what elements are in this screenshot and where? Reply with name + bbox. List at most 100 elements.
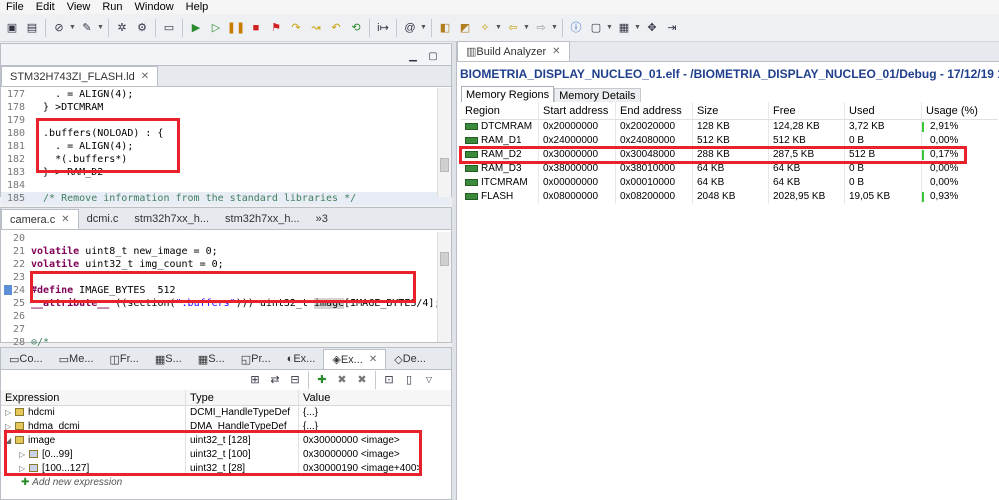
collapse-all-icon[interactable]: ⊞ <box>247 372 263 388</box>
minimize-icon[interactable]: ▁ <box>405 49 421 65</box>
layout-icon[interactable]: ▦ <box>616 20 632 36</box>
dropdown-icon[interactable]: ▼ <box>495 24 502 31</box>
tab-memory[interactable]: ▭ Me... <box>51 349 102 369</box>
table-row[interactable]: ▷ hdcmi DCMI_HandleTypeDef {...} <box>1 406 451 420</box>
tab-build-analyzer[interactable]: ▥ Build Analyzer ✕ <box>457 41 570 61</box>
step-over-icon[interactable]: ↝ <box>308 20 324 36</box>
collapsed-arrow-icon[interactable]: ▷ <box>5 406 15 420</box>
table-row[interactable]: ▷ [100...127] uint32_t [28] 0x30000190 <ima… <box>1 462 451 476</box>
table-row[interactable]: RAM_D1 0x24000000 0x24080000 512 KB 512 KB 0 … <box>461 134 998 148</box>
dropdown-icon[interactable]: ▼ <box>523 24 530 31</box>
settings-icon[interactable]: ✲ <box>114 20 130 36</box>
disconnect-icon[interactable]: ⚑ <box>268 20 284 36</box>
save-all-icon[interactable]: ▤ <box>24 20 40 36</box>
scroll-thumb[interactable] <box>440 158 449 172</box>
col-end[interactable]: End address <box>616 102 693 119</box>
menu-file[interactable]: File <box>0 0 30 14</box>
terminate-icon[interactable]: ■ <box>248 20 264 36</box>
tab-linker-script[interactable]: STM32H743ZI_FLASH.ld ✕ <box>1 66 159 86</box>
restart-icon[interactable]: ⟲ <box>348 20 364 36</box>
close-icon[interactable]: ✕ <box>61 214 69 225</box>
column-expression[interactable]: Expression <box>1 390 186 405</box>
dropdown-icon[interactable]: ▼ <box>420 24 427 31</box>
table-row[interactable]: ▷ hdma_dcmi DMA_HandleTypeDef {...} <box>1 420 451 434</box>
remove-icon[interactable]: ✖ <box>334 372 350 388</box>
col-free[interactable]: Free <box>769 102 845 119</box>
column-value[interactable]: Value <box>299 390 451 405</box>
expanded-arrow-icon[interactable]: ◢ <box>5 434 15 448</box>
pin-icon[interactable]: ▯ <box>401 372 417 388</box>
save-icon[interactable]: ▣ <box>4 20 20 36</box>
collapsed-arrow-icon[interactable]: ▷ <box>19 448 29 462</box>
menu-help[interactable]: Help <box>180 0 215 14</box>
tab-s2[interactable]: ▦ S... <box>190 349 233 369</box>
tab-problems[interactable]: ◱ Pr... <box>233 349 279 369</box>
breakpoint-marker[interactable] <box>4 285 12 295</box>
close-icon[interactable]: ✕ <box>369 354 377 365</box>
annotation-icon[interactable]: ✧ <box>477 20 493 36</box>
menu-edit[interactable]: Edit <box>30 0 61 14</box>
tab-fr[interactable]: ◫ Fr... <box>102 349 147 369</box>
table-row[interactable]: ITCMRAM 0x00000000 0x00010000 64 KB 64 KB 0 B… <box>461 176 998 190</box>
c-code-area[interactable]: 20 21 volatile uint8_t new_image = 0; 22 vol… <box>1 232 451 348</box>
table-row[interactable]: RAM_D2 0x30000000 0x30048000 288 KB 287,5 KB… <box>461 148 998 162</box>
add-expression-icon[interactable]: ✚ <box>314 372 330 388</box>
step-into-icon[interactable]: ↷ <box>288 20 304 36</box>
collapse-icon[interactable]: ⊟ <box>287 372 303 388</box>
suspend-icon[interactable]: ❚❚ <box>227 20 245 36</box>
run-icon[interactable]: ▶ <box>188 20 204 36</box>
close-icon[interactable]: ✕ <box>141 71 149 82</box>
col-used[interactable]: Used <box>845 102 922 119</box>
add-expression-row[interactable]: ✚ Add new expression <box>1 476 451 490</box>
dropdown-icon[interactable]: ▼ <box>69 24 76 31</box>
table-row[interactable]: FLASH 0x08000000 0x08200000 2048 KB 2028,95 … <box>461 190 998 204</box>
maximize-icon[interactable]: ✥ <box>644 20 660 36</box>
c-scrollbar[interactable] <box>437 232 451 342</box>
table-row[interactable]: ◢ image uint32_t [128] 0x30000000 <image> <box>1 434 451 448</box>
pane-divider[interactable] <box>452 42 456 500</box>
exit-icon[interactable]: ⇥ <box>664 20 680 36</box>
open-folder-icon[interactable]: ◩ <box>457 20 473 36</box>
tab-memory-details[interactable]: Memory Details <box>554 88 641 103</box>
col-region[interactable]: Region <box>461 102 539 119</box>
collapsed-arrow-icon[interactable]: ▷ <box>19 462 29 476</box>
table-row[interactable]: ▷ [0...99] uint32_t [100] 0x30000000 <image… <box>1 448 451 462</box>
step-return-icon[interactable]: ↶ <box>328 20 344 36</box>
col-usage[interactable]: Usage (%) <box>922 102 998 119</box>
at-icon[interactable]: @ <box>402 20 418 36</box>
tab-camera-c[interactable]: camera.c ✕ <box>1 209 79 229</box>
new-window-icon[interactable]: ⊡ <box>381 372 397 388</box>
table-row[interactable]: DTCMRAM 0x20000000 0x20020000 128 KB 124,28 … <box>461 120 998 134</box>
tab-s1[interactable]: ▦ S... <box>147 349 190 369</box>
terminal-icon[interactable]: ▭ <box>161 20 177 36</box>
linker-scrollbar[interactable] <box>437 88 451 197</box>
window-icon[interactable]: ▢ <box>588 20 604 36</box>
col-size[interactable]: Size <box>693 102 769 119</box>
resume-icon[interactable]: ▷ <box>208 20 224 36</box>
hammer-icon[interactable]: ✎ <box>79 20 95 36</box>
close-icon[interactable]: ✕ <box>552 46 560 57</box>
open-type-icon[interactable]: ◧ <box>437 20 453 36</box>
bug-icon[interactable]: ⚙ <box>134 20 150 36</box>
maximize-icon[interactable]: ▢ <box>425 49 441 65</box>
table-row[interactable]: RAM_D3 0x38000000 0x38010000 64 KB 64 KB 0 B0… <box>461 162 998 176</box>
build-icon[interactable]: ⊘ <box>51 20 67 36</box>
dropdown-icon[interactable]: ▼ <box>97 24 104 31</box>
scroll-thumb[interactable] <box>440 252 449 266</box>
tab-dcmi-c[interactable]: dcmi.c <box>79 209 127 229</box>
menu-view[interactable]: View <box>61 0 97 14</box>
tab-memory-regions[interactable]: Memory Regions <box>461 86 555 103</box>
view-menu-icon[interactable]: ▽ <box>421 372 437 388</box>
column-type[interactable]: Type <box>186 390 299 405</box>
dropdown-icon[interactable]: ▼ <box>551 24 558 31</box>
tab-console[interactable]: ▭ Co... <box>1 349 51 369</box>
tab-expressions[interactable]: ◈ Ex... ✕ <box>323 349 387 369</box>
dropdown-icon[interactable]: ▼ <box>606 24 613 31</box>
back-icon[interactable]: ⇦ <box>505 20 521 36</box>
linker-code-area[interactable]: 177 . = ALIGN(4); 178 } >DTCMRAM 179 180 .b… <box>1 88 451 205</box>
tab-stm32h7xx-2[interactable]: stm32h7xx_h... <box>217 209 308 229</box>
info-icon[interactable]: ⓘ <box>568 20 584 36</box>
instruction-step-icon[interactable]: i↦ <box>375 20 391 36</box>
forward-icon[interactable]: ⇨ <box>533 20 549 36</box>
collapsed-arrow-icon[interactable]: ▷ <box>5 420 15 434</box>
